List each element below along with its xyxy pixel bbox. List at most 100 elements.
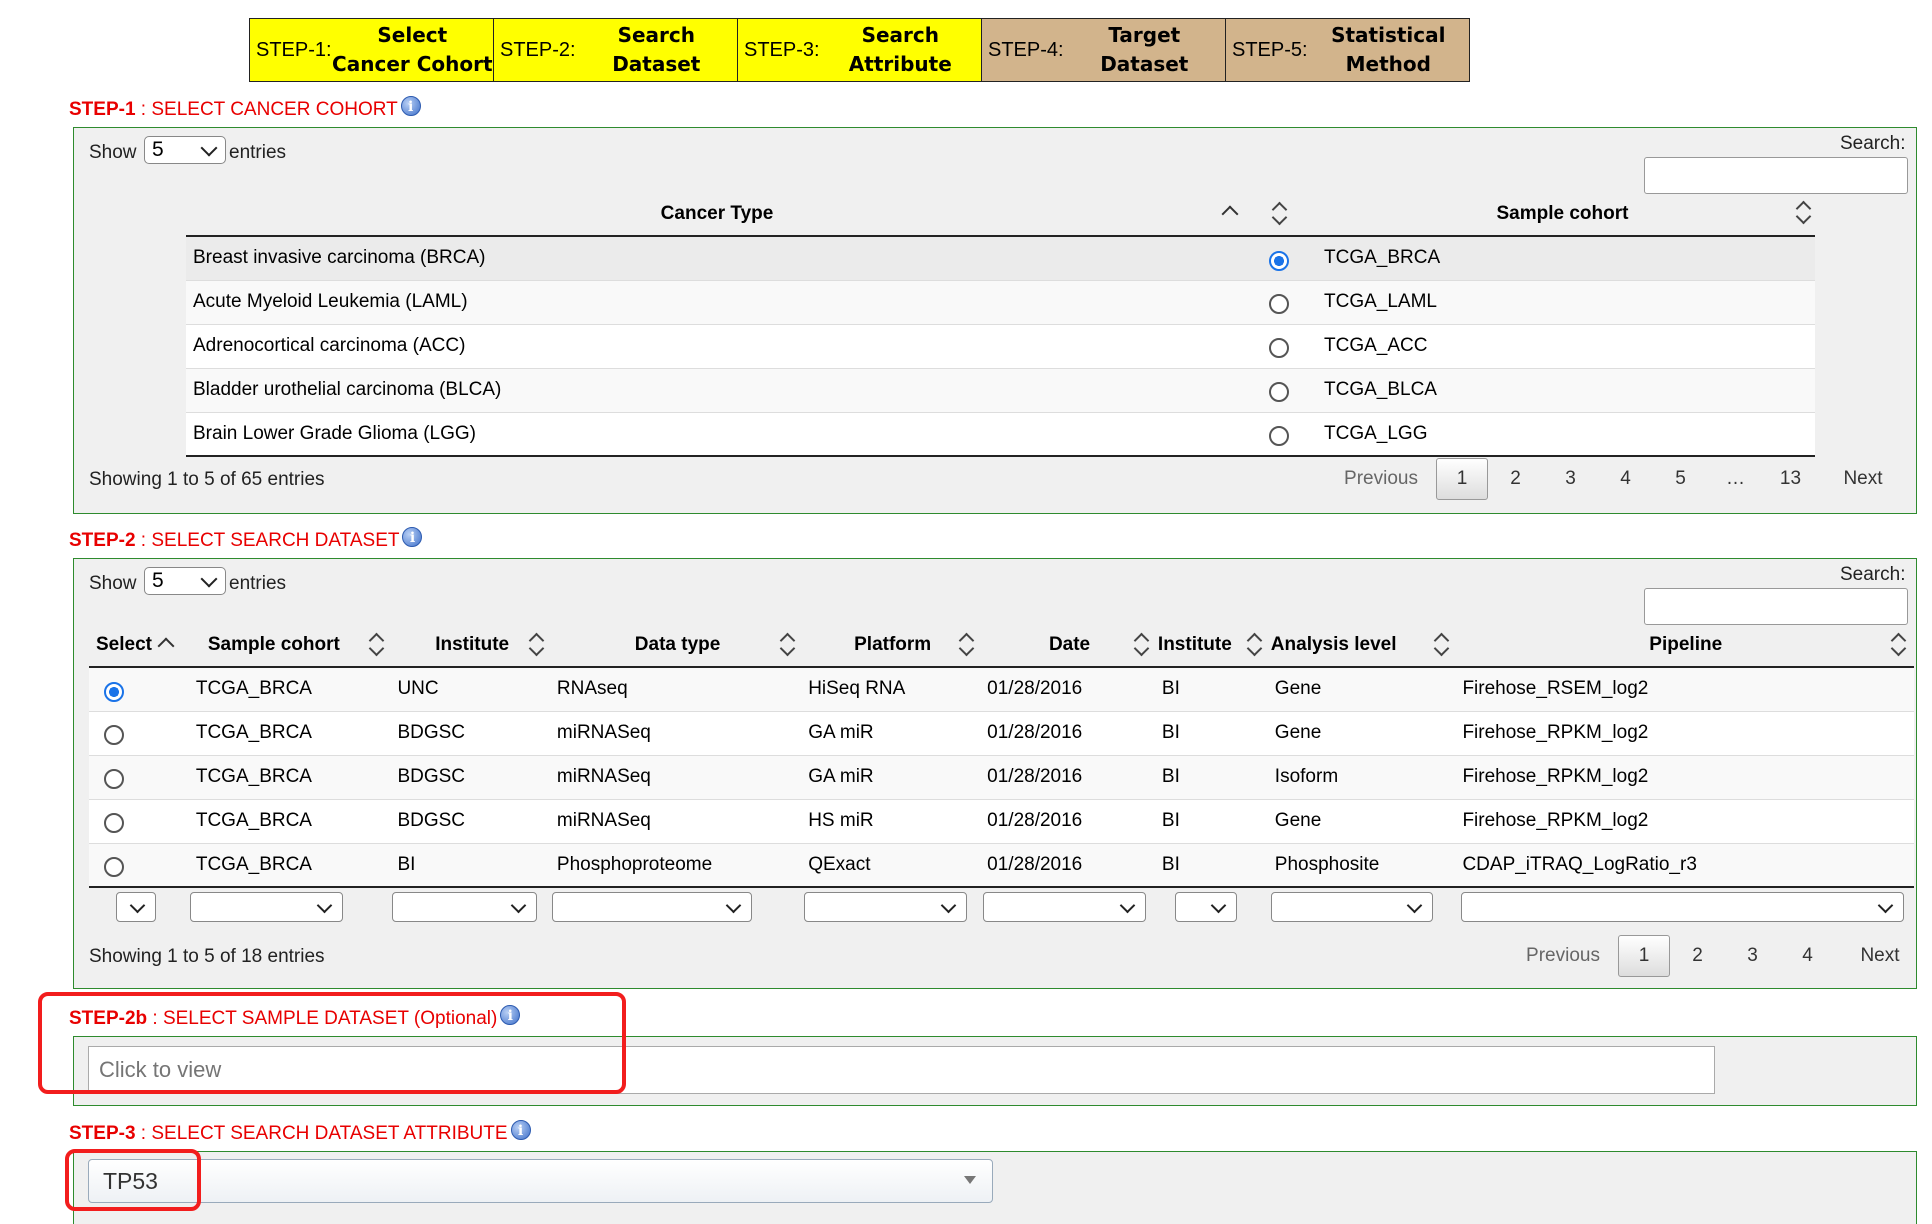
info-icon[interactable]: i: [402, 527, 423, 547]
pagination-page[interactable]: 5: [1653, 468, 1708, 490]
pagination-page[interactable]: 4: [1598, 468, 1653, 490]
sample-cohort-cell: TCGA_BRCA: [195, 853, 312, 875]
pagination-page[interactable]: 1: [1618, 935, 1670, 977]
step-2-heading: STEP-2 : SELECT SEARCH DATASET i: [69, 527, 423, 552]
pagination-previous[interactable]: Previous: [1508, 945, 1618, 967]
radio-button[interactable]: [1269, 294, 1289, 315]
entries-value: 5: [152, 138, 164, 161]
dataset-radio[interactable]: [89, 755, 191, 799]
pagination-next[interactable]: Next: [1818, 468, 1908, 490]
table-row[interactable]: TCGA_BRCA BDGSC miRNASeq GA miR 01/28/2016 BI…: [89, 711, 1914, 755]
dataset-radio[interactable]: [89, 711, 191, 755]
search-input[interactable]: [1644, 157, 1908, 194]
filter-select[interactable]: [116, 892, 156, 922]
cohort-radio[interactable]: [1248, 412, 1310, 456]
filter-platform[interactable]: [804, 892, 967, 922]
table-row[interactable]: TCGA_BRCA BDGSC miRNASeq GA miR 01/28/2016 BI…: [89, 755, 1914, 799]
pagination-page[interactable]: 13: [1763, 468, 1818, 490]
radio-button[interactable]: [1269, 382, 1289, 403]
dataset-radio[interactable]: [89, 667, 191, 711]
sort-icon: [1433, 632, 1449, 658]
column-sample-cohort[interactable]: Sample cohort: [1310, 193, 1815, 236]
table-row[interactable]: TCGA_BRCA BI Phosphoproteome QExact 01/28/20…: [89, 843, 1914, 887]
pipeline-cell: Firehose_RPKM_log2: [1462, 810, 1649, 831]
data-type-cell: miRNASeq: [556, 810, 651, 831]
column-select-sort[interactable]: [1248, 193, 1310, 236]
sample-cohort-cell: TCGA_BRCA: [195, 722, 312, 743]
sort-icon: [368, 632, 384, 658]
institute-cell: BDGSC: [397, 810, 466, 831]
column-sample-cohort[interactable]: Sample cohort: [191, 624, 393, 667]
table-row[interactable]: Acute Myeloid Leukemia (LAML) TCGA_LAML: [186, 280, 1815, 324]
platform-cell: HiSeq RNA: [808, 678, 906, 700]
cancer-type-cell: Acute Myeloid Leukemia (LAML): [193, 291, 468, 312]
filter-institute[interactable]: [392, 892, 537, 922]
table-row[interactable]: Breast invasive carcinoma (BRCA) TCGA_BRC…: [186, 236, 1815, 280]
column-select[interactable]: Select: [89, 624, 191, 667]
entries-label: entries: [229, 142, 287, 163]
cohort-radio[interactable]: [1248, 368, 1310, 412]
filter-date[interactable]: [983, 892, 1146, 922]
column-institute-2[interactable]: Institute: [1157, 624, 1270, 667]
filter-pipeline[interactable]: [1461, 892, 1904, 922]
dataset-radio[interactable]: [89, 799, 191, 843]
column-institute[interactable]: Institute: [392, 624, 551, 667]
pagination-page[interactable]: 2: [1488, 468, 1543, 490]
radio-button[interactable]: [104, 725, 124, 746]
show-label: Show: [89, 142, 137, 163]
table-row[interactable]: Adrenocortical carcinoma (ACC) TCGA_ACC: [186, 324, 1815, 368]
cohort-radio[interactable]: [1248, 324, 1310, 368]
pagination-page[interactable]: 2: [1670, 945, 1725, 967]
step-name: Statistical Method: [1331, 23, 1446, 76]
radio-button[interactable]: [1269, 250, 1289, 271]
filter-data-type[interactable]: [552, 892, 752, 922]
pagination: Previous 1 2 3 4 5 … 13 Next: [1326, 458, 1908, 500]
attribute-select[interactable]: TP53: [88, 1159, 993, 1203]
radio-button[interactable]: [104, 813, 124, 834]
table-row[interactable]: TCGA_BRCA UNC RNAseq HiSeq RNA 01/28/2016 BI G…: [89, 667, 1914, 711]
cohort-table: Cancer Type Sample cohort Breast invasiv…: [186, 193, 1815, 457]
institute-cell: UNC: [397, 678, 439, 700]
step-prefix: STEP-4:: [988, 38, 1064, 61]
filter-analysis-level[interactable]: [1271, 892, 1433, 922]
column-analysis-level[interactable]: Analysis level: [1270, 624, 1458, 667]
step-1-nav[interactable]: STEP-1: Select Cancer Cohort: [249, 18, 494, 82]
table-row[interactable]: Brain Lower Grade Glioma (LGG) TCGA_LGG: [186, 412, 1815, 456]
date-cell: 01/28/2016: [987, 722, 1083, 743]
filter-institute-2[interactable]: [1175, 892, 1237, 922]
info-icon[interactable]: i: [510, 1120, 531, 1140]
radio-button[interactable]: [104, 857, 124, 878]
info-icon[interactable]: i: [400, 96, 421, 116]
pagination: Previous 1 2 3 4 Next: [1508, 935, 1925, 977]
column-platform[interactable]: Platform: [803, 624, 982, 667]
column-cancer-type[interactable]: Cancer Type: [186, 193, 1248, 236]
pagination-page[interactable]: 4: [1780, 945, 1835, 967]
radio-button[interactable]: [104, 769, 124, 790]
table-row[interactable]: TCGA_BRCA BDGSC miRNASeq HS miR 01/28/2016 BI…: [89, 799, 1914, 843]
cohort-radio[interactable]: [1248, 236, 1310, 280]
radio-button[interactable]: [104, 681, 124, 702]
data-type-cell: Phosphoproteome: [556, 853, 713, 875]
step-4-nav[interactable]: STEP-4: Target Dataset: [981, 18, 1226, 82]
table-row[interactable]: Bladder urothelial carcinoma (BLCA) TCGA_…: [186, 368, 1815, 412]
pagination-page[interactable]: 3: [1725, 945, 1780, 967]
step-5-nav[interactable]: STEP-5: Statistical Method: [1225, 18, 1470, 82]
pagination-previous[interactable]: Previous: [1326, 468, 1436, 490]
search-input[interactable]: [1644, 588, 1908, 625]
entries-select[interactable]: 5: [144, 567, 226, 595]
column-pipeline[interactable]: Pipeline: [1457, 624, 1914, 667]
filter-sample-cohort[interactable]: [190, 892, 343, 922]
show-label: Show: [89, 573, 137, 594]
step-2-nav[interactable]: STEP-2: Search Dataset: [493, 18, 738, 82]
entries-select[interactable]: 5: [144, 136, 226, 164]
radio-button[interactable]: [1269, 338, 1289, 359]
dataset-radio[interactable]: [89, 843, 191, 887]
column-data-type[interactable]: Data type: [552, 624, 803, 667]
step-3-nav[interactable]: STEP-3: Search Attribute: [737, 18, 982, 82]
radio-button[interactable]: [1269, 426, 1289, 447]
pagination-next[interactable]: Next: [1835, 945, 1925, 967]
cohort-radio[interactable]: [1248, 280, 1310, 324]
pagination-page[interactable]: 1: [1436, 458, 1488, 500]
column-date[interactable]: Date: [982, 624, 1157, 667]
pagination-page[interactable]: 3: [1543, 468, 1598, 490]
